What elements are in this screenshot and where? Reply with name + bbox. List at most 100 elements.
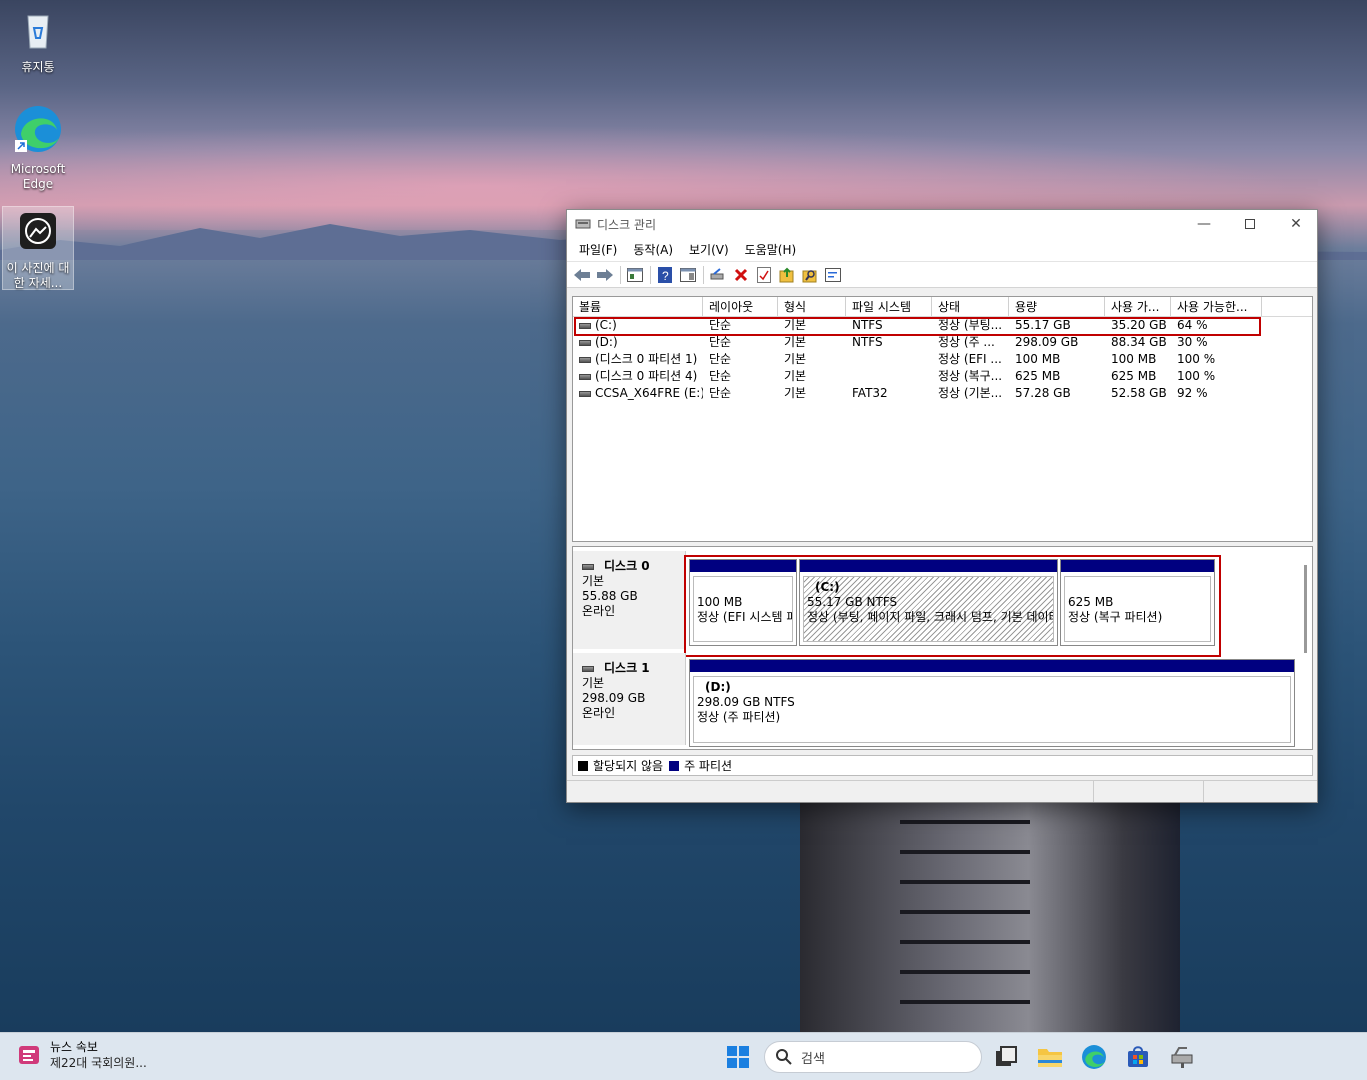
svg-text:?: ? [662, 269, 669, 283]
menu-action[interactable]: 동작(A) [625, 241, 681, 258]
forward-arrow-icon [597, 268, 613, 281]
partition-status: 정상 (부팅, 페이지 파일, 크래시 덤프, 기본 데이터 파티션) [807, 610, 1053, 624]
partition-body: (C:) 55.17 GB NTFS 정상 (부팅, 페이지 파일, 크래시 덤… [803, 576, 1054, 642]
start-button[interactable] [724, 1043, 752, 1071]
cell-status: 정상 (기본... [938, 386, 1003, 400]
disk-status: 온라인 [582, 604, 616, 618]
disk-status: 온라인 [582, 706, 616, 720]
taskbar: 뉴스 속보 제22대 국회의원... 검색 [0, 1032, 1367, 1080]
close-button[interactable]: ✕ [1273, 210, 1319, 238]
action-pane-button[interactable] [677, 264, 699, 286]
search-placeholder: 검색 [801, 1051, 825, 1067]
partition-d[interactable]: (D:) 298.09 GB NTFS 정상 (주 파티션) [689, 659, 1295, 747]
cell-percent-free: 100 % [1177, 369, 1216, 383]
cell-free-space: 52.58 GB [1111, 386, 1167, 400]
menu-bar: 파일(F) 동작(A) 보기(V) 도움말(H) [567, 238, 1317, 262]
cell-status: 정상 (주 ... [938, 335, 995, 349]
partition-body: 100 MB 정상 (EFI 시스템 파티션) [693, 576, 793, 642]
store-button[interactable] [1124, 1043, 1152, 1071]
table-row[interactable]: (D:) 단순 기본 NTFS 정상 (주 ... 298.09 GB 88.3… [573, 334, 1312, 351]
minimize-button[interactable]: — [1181, 210, 1227, 238]
task-view-icon [996, 1046, 1017, 1066]
legend-swatch-primary [669, 760, 680, 771]
cell-free-space: 625 MB [1111, 369, 1157, 383]
task-view-button[interactable] [992, 1043, 1020, 1071]
delete-button[interactable] [730, 264, 752, 286]
partition-efi[interactable]: 100 MB 정상 (EFI 시스템 파티션) [689, 559, 797, 646]
column-header-type[interactable]: 형식 [778, 297, 846, 316]
table-row[interactable]: (디스크 0 파티션 1) 단순 기본 정상 (EFI ... 100 MB 1… [573, 351, 1312, 368]
column-header-status[interactable]: 상태 [932, 297, 1009, 316]
column-header-percent-free[interactable]: 사용 가능한... [1171, 297, 1262, 316]
table-row[interactable]: (C:) 단순 기본 NTFS 정상 (부팅... 55.17 GB 35.20… [573, 317, 1312, 334]
partition-status: 정상 (주 파티션) [697, 710, 781, 724]
column-header-volume[interactable]: 볼륨 [573, 297, 703, 316]
cell-free-space: 35.20 GB [1111, 318, 1167, 332]
column-header-capacity[interactable]: 용량 [1009, 297, 1105, 316]
desktop-icon-label: Microsoft Edge [10, 162, 66, 191]
menu-view[interactable]: 보기(V) [681, 241, 737, 258]
volume-list: 볼륨 레이아웃 형식 파일 시스템 상태 용량 사용 가... 사용 가능한..… [572, 296, 1313, 542]
recycle-bin-icon [27, 15, 49, 49]
legend: 할당되지 않음 주 파티션 [572, 755, 1313, 776]
back-arrow-icon [574, 268, 590, 281]
cell-volume: CCSA_X64FRE (E:) [595, 386, 703, 400]
news-widget[interactable]: 뉴스 속보 제22대 국회의원... [16, 1039, 147, 1071]
volume-icon [579, 390, 591, 397]
maximize-icon [1245, 219, 1255, 229]
column-header-filesystem[interactable]: 파일 시스템 [846, 297, 932, 316]
help-button[interactable]: ? [654, 264, 676, 286]
news-text: 제22대 국회의원... [50, 1056, 147, 1070]
settings-panel-icon [825, 267, 841, 282]
maximize-button[interactable] [1227, 210, 1273, 238]
connect-drive-icon [710, 267, 724, 279]
table-row[interactable]: (디스크 0 파티션 4) 단순 기본 정상 (복구... 625 MB 625… [573, 368, 1312, 385]
search-folder-button[interactable] [799, 264, 821, 286]
cell-filesystem: FAT32 [852, 386, 888, 400]
cell-percent-free: 100 % [1177, 352, 1216, 366]
disk-1-label[interactable]: 디스크 1 기본 298.09 GB 온라인 [573, 653, 686, 745]
toolbar-separator [703, 265, 704, 284]
partition-recovery[interactable]: 625 MB 정상 (복구 파티션) [1060, 559, 1215, 646]
volume-icon [579, 356, 591, 363]
desktop-icon-photo-info[interactable]: 이 사진에 대한 자세... [2, 206, 74, 290]
cell-free-space: 100 MB [1111, 352, 1157, 366]
cell-filesystem: NTFS [852, 335, 883, 349]
disk-management-taskbar-button[interactable] [1168, 1043, 1196, 1071]
menu-help[interactable]: 도움말(H) [737, 241, 805, 258]
forward-button[interactable] [594, 264, 616, 286]
edge-taskbar-button[interactable] [1080, 1043, 1108, 1071]
file-explorer-button[interactable] [1036, 1043, 1064, 1071]
settings-button[interactable] [822, 264, 844, 286]
volume-icon [579, 339, 591, 346]
desktop-icon-recycle-bin[interactable]: 휴지통 [2, 8, 74, 75]
minimize-icon: — [1197, 216, 1211, 232]
cell-layout: 단순 [709, 369, 732, 383]
connect-button[interactable] [707, 264, 729, 286]
console-tree-button[interactable] [624, 264, 646, 286]
disk-0-label[interactable]: 디스크 0 기본 55.88 GB 온라인 [573, 551, 686, 649]
cell-filesystem [846, 368, 932, 385]
menu-file[interactable]: 파일(F) [571, 241, 625, 258]
new-folder-button[interactable] [776, 264, 798, 286]
folder-search-icon [802, 269, 817, 282]
partition-bar [690, 660, 1294, 672]
partition-status: 정상 (EFI 시스템 파티션) [697, 610, 792, 624]
cell-volume: (디스크 0 파티션 4) [595, 369, 698, 383]
table-row[interactable]: CCSA_X64FRE (E:) 단순 기본 FAT32 정상 (기본... 5… [573, 385, 1312, 402]
column-header-layout[interactable]: 레이아웃 [703, 297, 778, 316]
column-header-free-space[interactable]: 사용 가... [1105, 297, 1171, 316]
cell-type: 기본 [784, 386, 807, 400]
title-bar[interactable]: 디스크 관리 — ✕ [567, 210, 1317, 238]
desktop-icon-edge[interactable]: Microsoft Edge [2, 104, 74, 192]
cell-volume: (디스크 0 파티션 1) [595, 352, 698, 366]
properties-button[interactable] [753, 264, 775, 286]
edge-icon [15, 106, 61, 152]
scrollbar-thumb[interactable] [1304, 565, 1307, 653]
folder-up-icon [779, 267, 794, 282]
taskbar-search[interactable]: 검색 [764, 1041, 982, 1073]
search-icon [776, 1049, 792, 1065]
back-button[interactable] [571, 264, 593, 286]
partition-size: 625 MB [1068, 595, 1114, 609]
partition-c[interactable]: (C:) 55.17 GB NTFS 정상 (부팅, 페이지 파일, 크래시 덤… [799, 559, 1058, 646]
